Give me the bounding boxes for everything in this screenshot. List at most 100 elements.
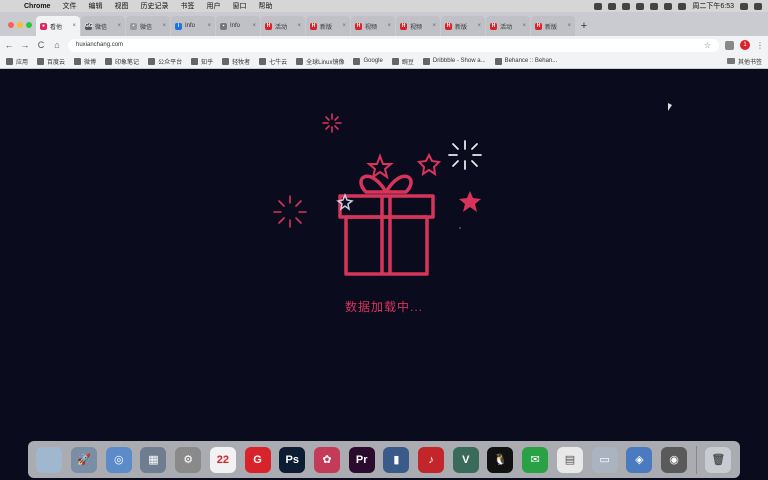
bookmark-star-icon[interactable]: ☆: [704, 41, 711, 50]
music-icon[interactable]: [608, 2, 617, 10]
dock-vue-icon[interactable]: V: [452, 446, 479, 473]
menubar-clock[interactable]: 周二下午6:53: [692, 1, 734, 11]
tab-close-icon[interactable]: ×: [477, 23, 481, 29]
browser-tab[interactable]: ▪ Info ×: [216, 16, 260, 36]
dock-ganttproject-icon[interactable]: G: [244, 446, 271, 473]
tab-close-icon[interactable]: ×: [522, 23, 526, 29]
extension-icon[interactable]: [725, 40, 734, 50]
profile-badge-icon[interactable]: 1: [740, 40, 750, 50]
bookmark-favicon-icon: [353, 57, 361, 65]
tab-close-icon[interactable]: ×: [432, 23, 436, 29]
browser-tab[interactable]: H 视频 ×: [396, 16, 440, 36]
bookmark-item[interactable]: 轻牧者: [222, 57, 250, 66]
tab-close-icon[interactable]: ×: [342, 23, 346, 29]
dock-launchpad-icon[interactable]: 🚀: [71, 446, 98, 473]
wifi-icon[interactable]: [636, 2, 645, 10]
new-tab-button[interactable]: +: [576, 16, 592, 36]
forward-button[interactable]: →: [20, 40, 30, 50]
browser-tab[interactable]: H 活动 ×: [261, 16, 305, 36]
burst-icon: [273, 195, 307, 228]
bookmark-item[interactable]: 知乎: [191, 57, 213, 66]
bookmark-item[interactable]: 公众平台: [148, 57, 182, 66]
home-button[interactable]: ⌂: [52, 40, 62, 50]
bookmark-favicon-icon: [191, 57, 199, 65]
dock-safari-icon[interactable]: ◎: [105, 446, 132, 473]
browser-tab[interactable]: H 视频 ×: [351, 16, 395, 36]
bookmark-item[interactable]: 微博: [74, 57, 96, 66]
bookmark-item[interactable]: Behance :: Behan...: [494, 57, 557, 65]
tab-favicon-icon: H: [490, 22, 497, 30]
close-window-button[interactable]: [8, 22, 14, 28]
dock-photoshop-icon[interactable]: Ps: [279, 446, 306, 473]
dock-trash-icon[interactable]: 🗑: [705, 446, 732, 473]
tab-close-icon[interactable]: ×: [117, 23, 121, 29]
input-method-icon[interactable]: [678, 2, 687, 10]
bookmark-item[interactable]: Google: [353, 57, 383, 65]
menu-view[interactable]: 视图: [108, 1, 134, 11]
browser-tab[interactable]: H 活动 ×: [486, 16, 530, 36]
dock-screencast-icon[interactable]: ◉: [661, 446, 687, 473]
bookmark-item[interactable]: 印象笔记: [105, 57, 139, 66]
tab-close-icon[interactable]: ×: [72, 23, 76, 29]
bookmark-item[interactable]: 七牛云: [259, 57, 287, 66]
dock-keynote-icon[interactable]: ▮: [383, 446, 410, 473]
bookmark-item[interactable]: 豌豆: [391, 57, 414, 66]
menu-file[interactable]: 文件: [56, 1, 82, 11]
menu-window[interactable]: 窗口: [226, 1, 252, 11]
menu-help[interactable]: 帮助: [252, 1, 278, 11]
cloud-icon[interactable]: [594, 2, 603, 10]
dock-premiere-icon[interactable]: Pr: [348, 446, 375, 473]
volume-icon[interactable]: [650, 2, 659, 10]
dock-wechat-icon[interactable]: ✉: [522, 446, 549, 473]
reload-button[interactable]: C: [36, 40, 46, 50]
address-bar[interactable]: huxianchang.com ☆: [68, 38, 719, 52]
battery-icon[interactable]: [664, 2, 673, 10]
burst-icon: [322, 113, 342, 133]
dock-qq-icon[interactable]: 🐧: [487, 446, 514, 473]
fullscreen-window-button[interactable]: [26, 22, 32, 28]
browser-toolbar: ← → C ⌂ huxianchang.com ☆ 1 ⋮: [0, 36, 768, 54]
dock-netease-music-icon[interactable]: ♪: [418, 446, 445, 473]
dock-mindmap-icon[interactable]: ✿: [313, 446, 340, 473]
dock: 🚀 ◎ ▦ ⚙ 22 G Ps ✿ Pr ▮ ♪ V 🐧 ✉ ▤ ▭ ◈ ◉ 🗑: [28, 441, 740, 478]
bookmark-item[interactable]: 百度云: [37, 57, 65, 66]
notification-center-icon[interactable]: [754, 2, 762, 10]
browser-tab[interactable]: ● 看他 ×: [36, 16, 80, 36]
dock-notes-icon[interactable]: ▤: [556, 446, 583, 473]
spotlight-icon[interactable]: [740, 2, 748, 10]
tab-close-icon[interactable]: ×: [567, 23, 571, 29]
wechat-status-icon[interactable]: [622, 2, 631, 10]
menu-edit[interactable]: 编辑: [82, 1, 108, 11]
bookmark-item[interactable]: 全球Linux镜像: [296, 57, 344, 66]
tab-close-icon[interactable]: ×: [297, 23, 301, 29]
chrome-menu-icon[interactable]: ⋮: [756, 41, 764, 50]
tab-close-icon[interactable]: ×: [252, 23, 256, 29]
bookmark-item[interactable]: 应用: [6, 57, 28, 66]
browser-tab[interactable]: H 新版 ×: [531, 16, 575, 36]
dock-desktop-icon[interactable]: ▭: [591, 446, 618, 473]
menu-people[interactable]: 用户: [200, 1, 226, 11]
other-bookmarks[interactable]: 其他书签: [726, 57, 762, 66]
browser-tab[interactable]: i Info ×: [171, 16, 215, 36]
menu-app-chrome[interactable]: Chrome: [18, 3, 56, 10]
tab-close-icon[interactable]: ×: [207, 23, 211, 29]
dock-app-store-icon[interactable]: ◈: [626, 446, 653, 473]
browser-tab[interactable]: H 新版 ×: [306, 16, 350, 36]
dock-calendar-icon[interactable]: 22: [209, 446, 236, 473]
menu-history[interactable]: 历史记录: [134, 1, 174, 11]
dock-finder-icon[interactable]: [36, 446, 63, 473]
bookmark-item[interactable]: Dribbble - Show a...: [422, 57, 486, 65]
minimize-window-button[interactable]: [17, 22, 23, 28]
tab-strip: ● 看他 × GG 微信 × ▪ 微信 × i Info × ▪ Info × H 活动 × H 新版 × H 视频 × H 视频…: [0, 12, 768, 36]
tab-close-icon[interactable]: ×: [162, 23, 166, 29]
back-button[interactable]: ←: [4, 40, 14, 50]
browser-tab[interactable]: GG 微信 ×: [81, 16, 125, 36]
browser-tab[interactable]: H 新版 ×: [441, 16, 485, 36]
dock-system-preferences-icon[interactable]: ⚙: [175, 446, 202, 473]
tab-label: 视频: [410, 24, 423, 31]
browser-tab[interactable]: ▪ 微信 ×: [126, 16, 170, 36]
menu-bookmarks[interactable]: 书签: [174, 1, 200, 11]
dock-preview-icon[interactable]: ▦: [140, 446, 167, 473]
tab-close-icon[interactable]: ×: [387, 23, 391, 29]
bookmark-favicon-icon: [148, 57, 156, 65]
